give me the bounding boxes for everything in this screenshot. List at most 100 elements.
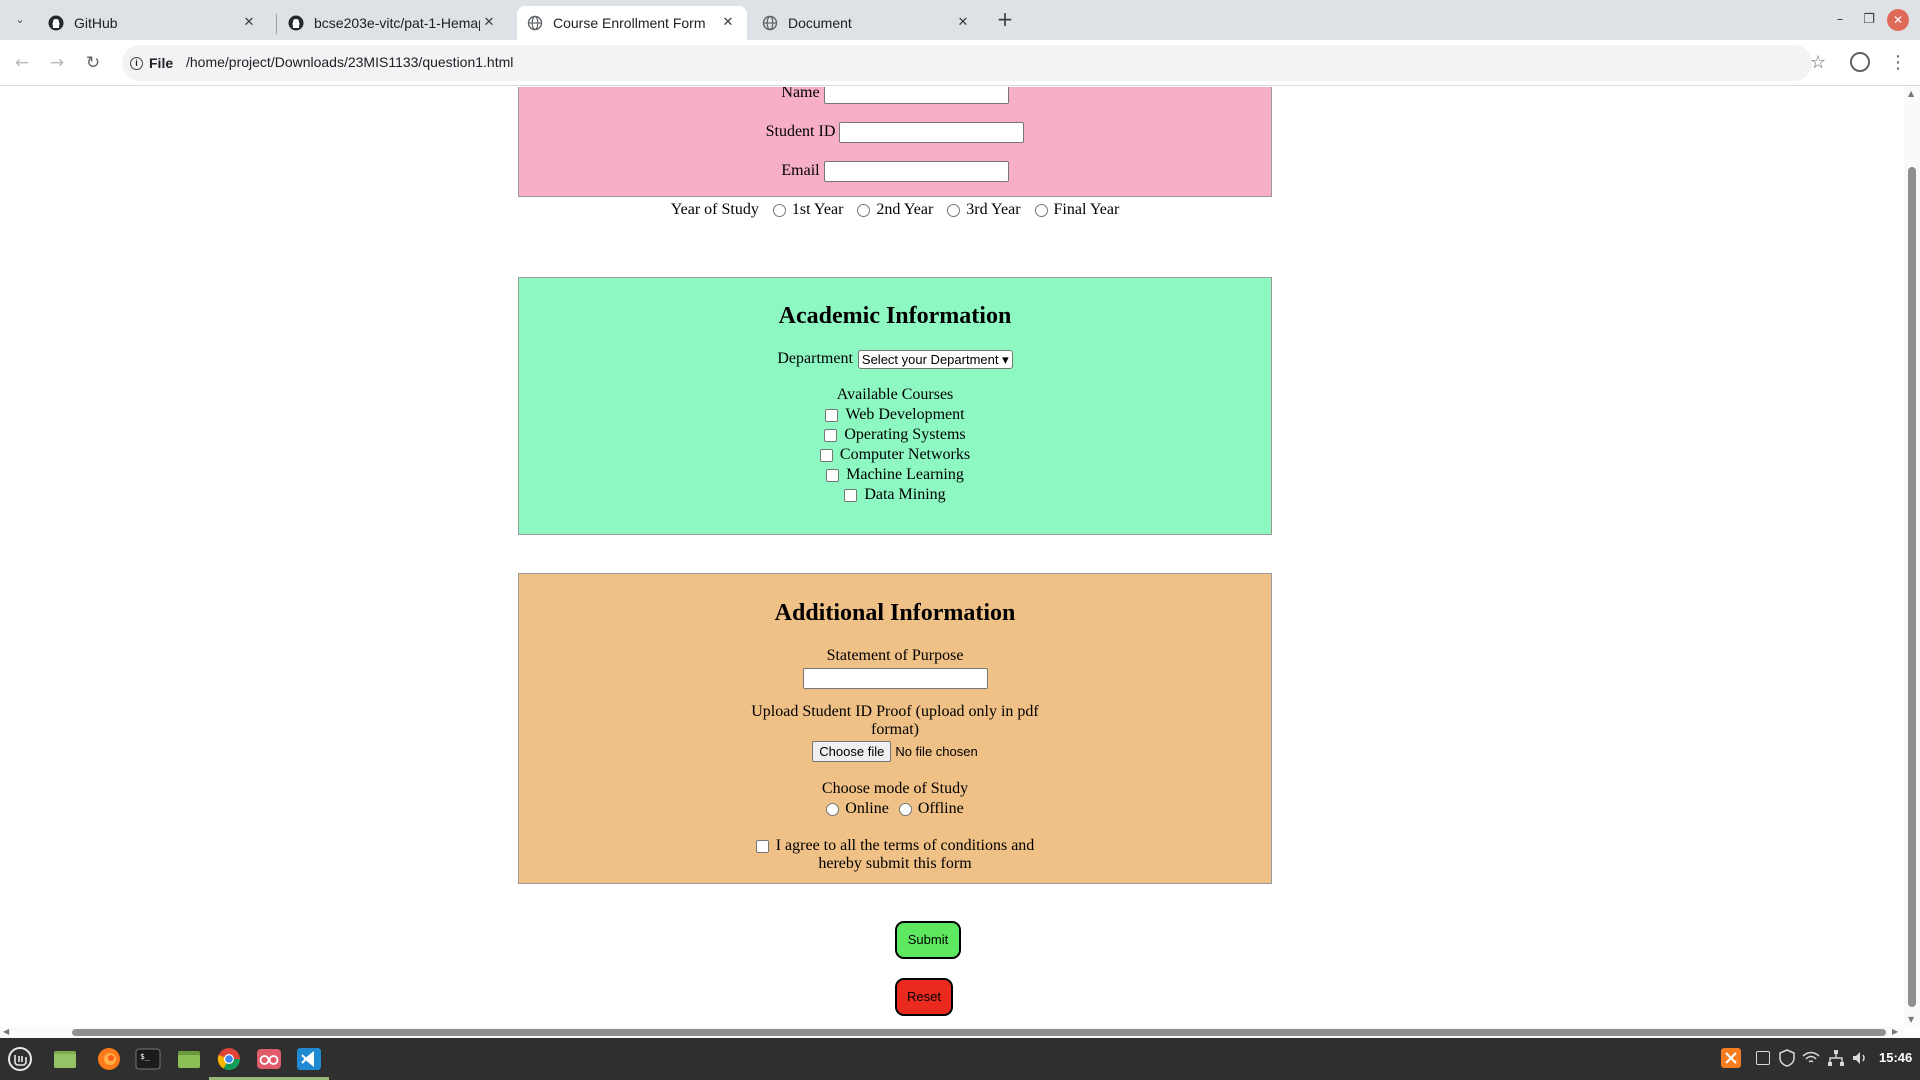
globe-icon [527,15,543,31]
course-checkbox-computer-networks[interactable] [819,448,833,462]
email-row: Email [519,159,1271,183]
scroll-right-arrow-icon[interactable]: ▶ [1892,1027,1898,1036]
student-id-input[interactable] [839,121,1025,143]
course-item: Computer Networks [519,445,1271,465]
tab-github[interactable]: GitHub ✕ [38,6,268,40]
new-tab-button[interactable]: + [993,8,1017,32]
back-button[interactable]: ← [10,51,34,75]
tab-title: GitHub [74,15,118,31]
browser-menu-icon[interactable]: ⋮ [1889,51,1907,75]
shield-tray-icon[interactable] [1778,1049,1796,1067]
course-checkbox-operating-systems[interactable] [824,428,838,442]
address-bar[interactable]: i File /home/project/Downloads/23MIS1133… [122,45,1812,81]
course-label: Computer Networks [839,446,971,463]
glasses-app-icon[interactable] [256,1046,282,1072]
network-vpn-tray-icon[interactable] [1802,1050,1820,1066]
course-checkbox-data-mining[interactable] [844,488,858,502]
reload-button[interactable]: ↻ [81,51,105,75]
globe-icon [762,15,778,31]
volume-tray-icon[interactable] [1851,1049,1869,1067]
sop-label: Statement of Purpose [826,647,964,664]
mode-radio-offline[interactable] [898,802,912,816]
tab-close-button[interactable]: ✕ [719,14,737,32]
tab-separator [276,14,277,34]
reset-button[interactable]: Reset [895,978,953,1016]
site-info-chip[interactable]: i File [130,52,173,74]
tab-repo[interactable]: bcse203e-vitc/pat-1-Hemap ✕ [278,6,508,40]
scroll-down-arrow-icon[interactable]: ▼ [1908,1015,1914,1024]
mode-option-label: Online [845,800,889,817]
upload-label-row-2: format) [519,721,1271,739]
tab-search-button[interactable]: ⌄ [10,10,30,30]
scroll-up-arrow-icon[interactable]: ▲ [1908,89,1914,98]
url-text[interactable]: /home/project/Downloads/23MIS1133/questi… [186,54,513,70]
upload-label-row: Upload Student ID Proof (upload only in … [519,703,1271,721]
clipboard-tray-icon[interactable] [1756,1051,1770,1065]
terms-label-line1: I agree to all the terms of conditions a… [775,837,1035,854]
horizontal-scroll-thumb[interactable] [72,1029,1886,1036]
year-radio-1st[interactable] [772,203,786,217]
vertical-scrollbar[interactable]: ▲ ▼ [1904,87,1920,1027]
name-row: Name [519,87,1271,105]
svg-text:$_: $_ [140,1052,150,1061]
statement-of-purpose-input[interactable] [802,667,988,689]
year-radio-2nd[interactable] [857,203,871,217]
minimize-button[interactable]: – [1829,9,1851,31]
course-checkbox-web-development[interactable] [825,408,839,422]
terms-label-line2: hereby submit this form [818,855,972,872]
submit-button[interactable]: Submit [895,921,961,959]
mode-radio-online[interactable] [826,802,840,816]
files-icon[interactable] [176,1046,202,1072]
info-icon: i [130,56,143,70]
tab-close-button[interactable]: ✕ [480,14,498,32]
course-label: Data Mining [864,486,946,503]
year-radio-final[interactable] [1034,203,1048,217]
course-item: Web Development [519,405,1271,425]
name-input[interactable] [823,87,1009,104]
xampp-tray-icon[interactable] [1720,1047,1742,1069]
chrome-icon[interactable] [216,1046,242,1072]
sop-input-row [519,666,1271,690]
vscode-icon[interactable] [296,1046,322,1072]
additional-info-section: Additional Information Statement of Purp… [518,573,1272,884]
window-close-button[interactable]: ✕ [1887,9,1909,31]
tab-course-enrollment[interactable]: Course Enrollment Form ✕ [517,6,747,40]
scroll-left-arrow-icon[interactable]: ◀ [3,1027,9,1036]
horizontal-scrollbar[interactable]: ◀ ▶ [0,1027,1904,1038]
vertical-scroll-thumb[interactable] [1908,167,1916,1007]
course-checkbox-machine-learning[interactable] [826,468,840,482]
year-radio-3rd[interactable] [947,203,961,217]
tab-close-button[interactable]: ✕ [954,14,972,32]
email-input[interactable] [823,160,1009,182]
desktop-folder-icon[interactable] [52,1046,78,1072]
course-label: Operating Systems [844,426,966,443]
mode-options-row: Online Offline [519,799,1271,819]
terms-checkbox[interactable] [755,839,769,853]
taskbar: $_ 15:46 [0,1038,1920,1080]
mint-menu-icon[interactable] [7,1046,33,1072]
forward-button[interactable]: → [45,51,69,75]
clock[interactable]: 15:46 [1879,1050,1912,1065]
network-tray-icon[interactable] [1827,1049,1845,1067]
student-id-label: Student ID [765,123,836,140]
name-label: Name [781,87,820,101]
choose-file-button[interactable]: Choose file [812,740,892,762]
github-icon [48,15,64,31]
department-select[interactable]: Select your Department ▾ [857,349,1013,369]
mode-label-row: Choose mode of Study [519,779,1271,799]
tab-close-button[interactable]: ✕ [240,14,258,32]
firefox-icon[interactable] [96,1046,122,1072]
tab-title: Document [788,15,852,31]
browser-toolbar: ← → ↻ i File /home/project/Downloads/23M… [0,40,1920,86]
course-item: Data Mining [519,485,1271,505]
department-label: Department [777,350,853,367]
bookmark-star-icon[interactable]: ☆ [1810,51,1826,75]
restore-button[interactable]: ❐ [1858,9,1880,31]
terms-row: I agree to all the terms of conditions a… [519,837,1271,855]
profile-avatar-icon[interactable] [1850,52,1870,72]
terminal-icon[interactable]: $_ [135,1046,161,1072]
tab-document[interactable]: Document ✕ [752,6,982,40]
year-option-label: Final Year [1053,201,1120,218]
file-upload-row: Choose file No file chosen [519,740,1271,762]
mode-of-study-label: Choose mode of Study [821,780,969,797]
